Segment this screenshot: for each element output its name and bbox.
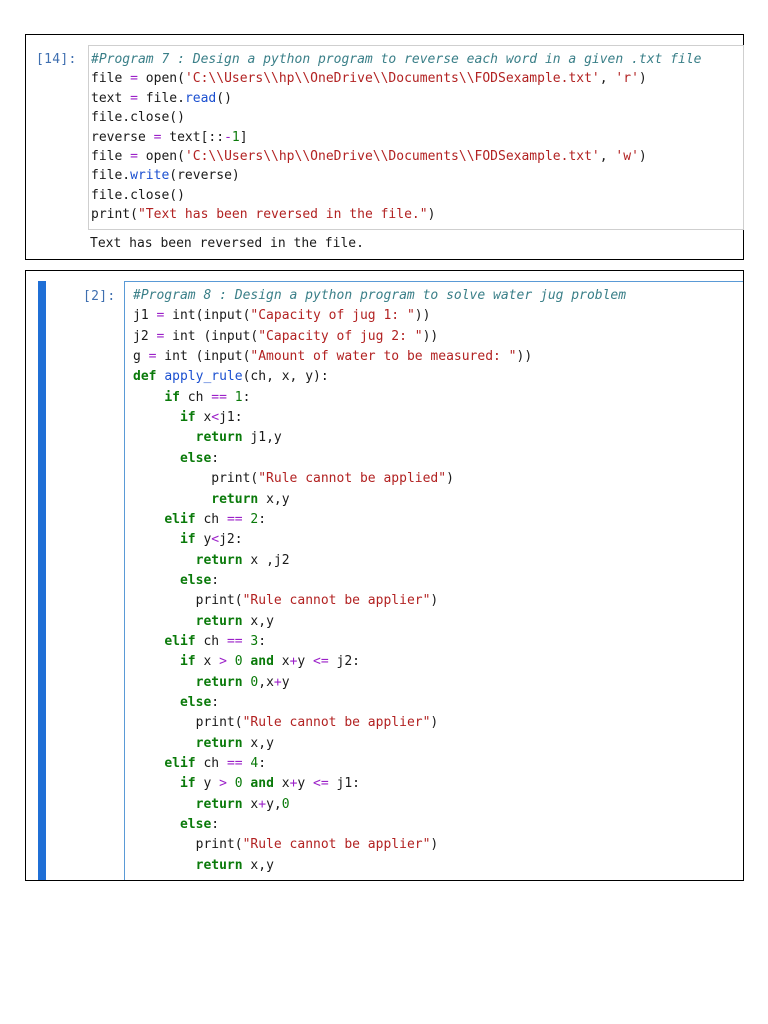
cell-2-code-line-14: return x ,j2: [195, 552, 290, 568]
cell-1-code-editor[interactable]: #Program 7 : Design a python program to …: [88, 45, 744, 230]
cell-1-code-line-4: file.close(): [91, 110, 185, 126]
cell-2-code-line-21: else:: [179, 695, 220, 710]
cell-2-code-line-18: elif ch == 3:: [164, 633, 267, 649]
cell-1-code-line-5: reverse = text[::-1]: [91, 129, 248, 145]
cell-2-code-line-4: g = int (input("Amount of water to be me…: [133, 349, 533, 365]
cell-2-code-line-28: print("Rule cannot be applier"): [133, 837, 439, 853]
cell-2-prompt: [2]:: [83, 289, 116, 304]
cell-2-code-line-2: j1 = int(input("Capacity of jug 1: ")): [133, 308, 431, 324]
cell-2-code-line-26: return x+y,0: [195, 796, 290, 812]
cell-2-code-line-11: return x,y: [211, 491, 290, 507]
cell-2-code-line-24: elif ch == 4:: [164, 756, 267, 772]
cell-2-code-line-25: if y > 0 and x+y <= j1:: [179, 776, 361, 792]
cell-2-code-line-22: print("Rule cannot be applier"): [133, 715, 439, 731]
notebook-cell-2: [2]: #Program 8 : Design a python progra…: [25, 270, 744, 881]
cell-2-code-line-3: j2 = int (input("Capacity of jug 2: ")): [133, 328, 439, 344]
cell-2-code-line-12: elif ch == 2:: [164, 511, 267, 527]
cell-1-code-line-6: file = open('C:\\Users\\hp\\OneDrive\\Do…: [91, 149, 647, 164]
notebook-cell-1: [14]: #Program 7 : Design a python progr…: [25, 34, 744, 260]
cell-1-code-line-2: file = open('C:\\Users\\hp\\OneDrive\\Do…: [91, 71, 647, 87]
cell-1-prompt: [14]:: [36, 52, 77, 67]
cell-2-code-line-5: def apply_rule(ch, x, y):: [133, 369, 329, 385]
cell-2-code-line-15: else:: [179, 572, 220, 588]
cell-selection-bar[interactable]: [38, 281, 46, 880]
cell-2-code-editor[interactable]: #Program 8 : Design a python program to …: [124, 281, 743, 880]
cell-2-code-line-27: else:: [179, 817, 220, 833]
cell-2-code-line-8: return j1,y: [195, 430, 282, 446]
cell-2-code-line-10: print("Rule cannot be applied"): [133, 471, 454, 487]
cell-1-code-line-3: text = file.read(): [91, 90, 232, 106]
cell-2-code-line-29: return x,y: [195, 857, 274, 873]
cell-1-code-line-1: #Program 7 : Design a python program to …: [91, 52, 702, 67]
cell-2-code-line-17: return x,y: [195, 613, 274, 629]
cell-2-code-line-9: else:: [179, 450, 220, 466]
cell-2-code-line-23: return x,y: [195, 735, 274, 751]
cell-1-code-line-8: file.close(): [91, 187, 185, 203]
cell-2-code-line-16: print("Rule cannot be applier"): [133, 593, 439, 609]
cell-1-code-line-7: file.write(reverse): [91, 168, 240, 184]
cell-2-code-line-19: if x > 0 and x+y <= j2:: [179, 654, 361, 670]
cell-2-code-line-7: if x<j1:: [179, 410, 243, 426]
cell-2-code-line-20: return 0,x+y: [195, 674, 290, 690]
cell-2-code-line-1: #Program 8 : Design a python program to …: [133, 288, 627, 303]
cell-1-code-line-9: print("Text has been reversed in the fil…: [91, 207, 436, 223]
cell-2-code-line-13: if y<j2:: [179, 532, 243, 548]
cell-1-output: Text has been reversed in the file.: [90, 236, 364, 251]
cell-2-code-line-6: if ch == 1:: [164, 389, 251, 405]
